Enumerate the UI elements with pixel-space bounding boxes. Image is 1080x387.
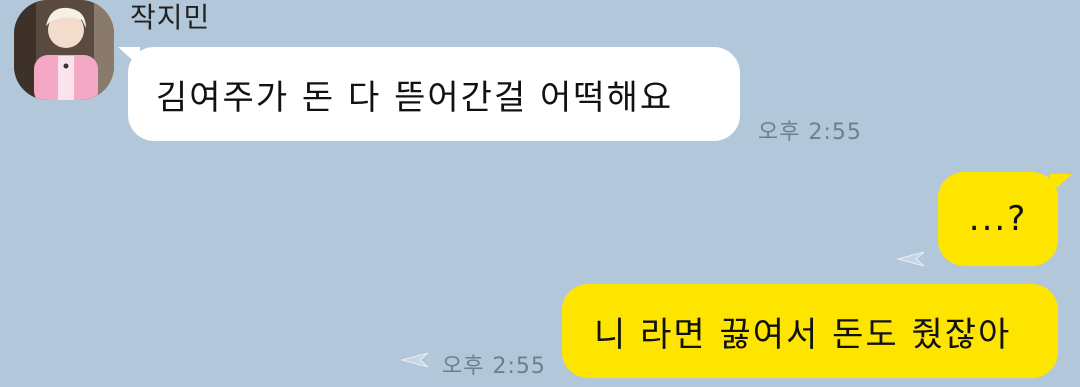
read-arrow-icon [400,352,429,368]
message-timestamp: 오후 2:55 [758,120,862,145]
message-text: 김여주가 돈 다 뜯어간걸 어떡해요 [156,77,674,118]
sender-name: 작지민 [130,1,211,34]
outgoing-message-bubble[interactable]: ...? [938,172,1058,266]
message-text: ...? [968,199,1028,239]
message-timestamp: 오후 2:55 [442,354,546,379]
read-arrow-icon [896,251,925,267]
avatar[interactable] [14,0,114,100]
message-text: 니 라면 끓여서 돈도 줬잖아 [594,314,1012,355]
incoming-message-bubble[interactable]: 김여주가 돈 다 뜯어간걸 어떡해요 [128,47,740,141]
outgoing-message-bubble[interactable]: 니 라면 끓여서 돈도 줬잖아 [562,284,1058,378]
